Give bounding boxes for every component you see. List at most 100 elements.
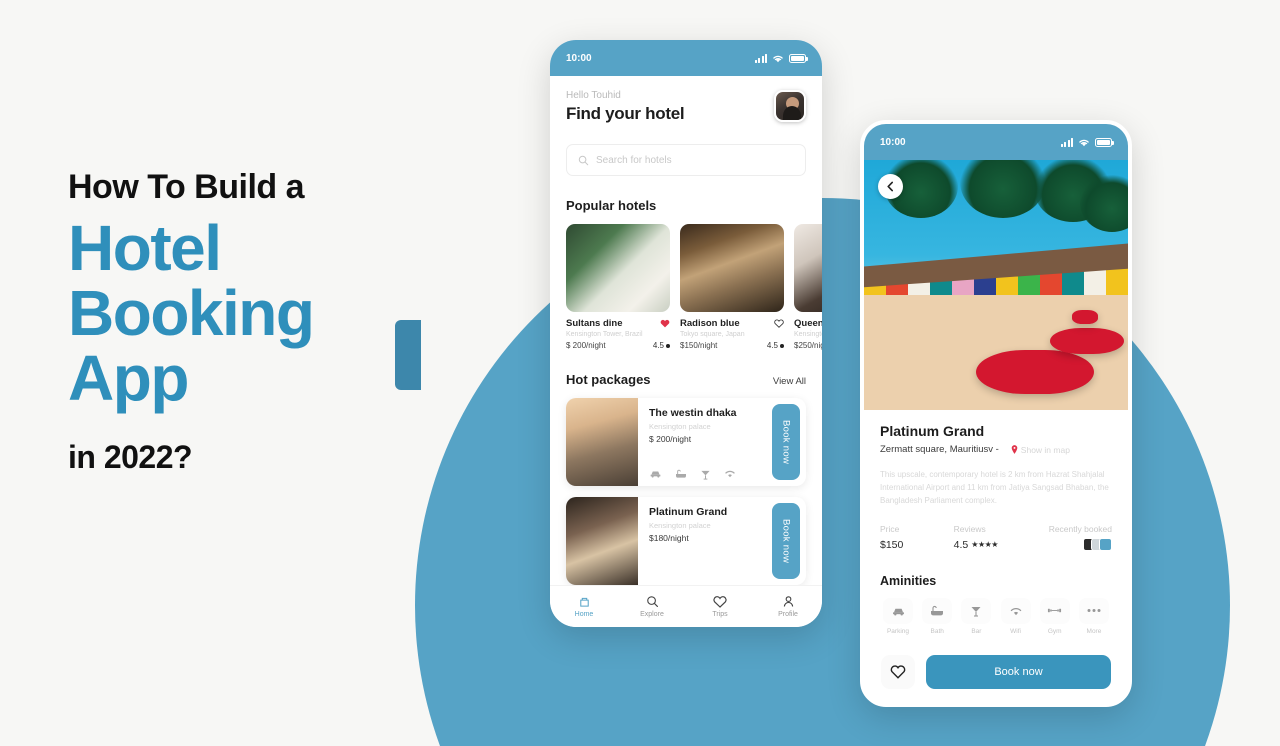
status-time: 10:00 (566, 52, 592, 64)
search-input[interactable]: Search for hotels (566, 144, 806, 176)
stat-recently-booked: Recently booked (1027, 524, 1113, 556)
tab-home[interactable]: Home (550, 595, 618, 618)
rating-dot-icon (780, 343, 784, 348)
hotel-name-row: Sultans dine (566, 318, 670, 329)
heart-filled-icon[interactable] (660, 319, 670, 328)
battery-icon (789, 53, 808, 63)
hotel-name: Radison blue (680, 318, 740, 329)
reviews-stars: ★★★★ (971, 540, 998, 550)
amenity-gym[interactable]: Gym (1037, 597, 1073, 635)
page-title: Find your hotel (566, 104, 685, 123)
hotel-name: Platinum Grand (880, 423, 985, 439)
package-name: The westin dhaka (649, 407, 737, 419)
greeting-row: Hello Touhid Find your hotel (566, 90, 806, 124)
hotel-name: Queen palace (794, 318, 822, 329)
headline-line-app: App (68, 341, 189, 414)
signal-icon (1060, 137, 1073, 147)
tab-label: Trips (712, 610, 728, 618)
red-cushion (976, 350, 1094, 394)
hotel-hero-image (864, 160, 1128, 410)
amenities-heading: Aminities (880, 573, 937, 588)
stat-value: $150 (880, 538, 904, 551)
amenity-parking[interactable]: Parking (880, 597, 916, 635)
status-icons (754, 53, 808, 63)
heart-outline-icon[interactable] (774, 319, 784, 328)
user-avatar[interactable] (774, 90, 806, 122)
popular-hotels-list[interactable]: Sultans dine Kensington Tower, Brazil $ … (566, 224, 822, 350)
popular-hotel-card[interactable]: Radison blue Tokyo square, Japan $150/ni… (680, 224, 784, 350)
stat-price: Price $150 (880, 524, 954, 556)
popular-hotel-card[interactable]: Queen palace Kensington, London $250/nig… (794, 224, 822, 350)
favorite-button[interactable] (881, 655, 915, 689)
stat-label: Reviews (953, 523, 986, 534)
show-in-map-link[interactable]: Show in map (1011, 445, 1070, 455)
package-location: Kensington palace (649, 521, 711, 530)
phone-home-mockup: 10:00 Hello Touhid Find your hotel Searc… (550, 40, 822, 627)
stat-value: 4.5 ★★★★ (954, 539, 1028, 551)
package-card[interactable]: Platinum Grand Kensington palace $180/ni… (566, 497, 806, 585)
package-price: $180/night (649, 533, 689, 543)
package-amenities (649, 469, 762, 480)
hotel-rating-value: 4.5 (652, 341, 664, 350)
reviews-score: 4.5 (953, 538, 969, 551)
hotel-rating: 4.5 (767, 341, 784, 350)
view-all-link[interactable]: View All (773, 376, 806, 387)
book-now-button[interactable]: Book now (772, 503, 800, 579)
car-icon (883, 597, 913, 624)
hotel-name-row: Queen palace (794, 318, 822, 329)
booking-action-bar: Book now (864, 641, 1128, 703)
tab-trips[interactable]: Trips (686, 595, 754, 618)
amenity-label: Wifi (1010, 627, 1021, 635)
book-now-button[interactable]: Book now (772, 404, 800, 480)
search-placeholder: Search for hotels (596, 154, 672, 166)
hotel-price: $150/night (680, 341, 718, 350)
package-card[interactable]: The westin dhaka Kensington palace $ 200… (566, 398, 806, 486)
book-now-button[interactable]: Book now (926, 655, 1111, 689)
status-time: 10:00 (880, 136, 906, 148)
wifi-icon (1000, 597, 1031, 624)
recently-booked-avatars (1083, 537, 1113, 551)
location-pin-icon (1011, 445, 1018, 454)
amenity-label: Bath (930, 627, 944, 635)
amenity-wifi[interactable]: Wifi (998, 597, 1034, 635)
package-price: $ 200/night (649, 434, 692, 444)
greeting-hello: Hello Touhid (566, 90, 621, 101)
amenity-more[interactable]: More (1076, 597, 1112, 635)
show-in-map-label: Show in map (1020, 444, 1070, 455)
wifi-icon (1079, 139, 1089, 146)
popular-hotel-card[interactable]: Sultans dine Kensington Tower, Brazil $ … (566, 224, 670, 350)
popular-hotels-heading: Popular hotels (566, 198, 657, 213)
hotel-thumbnail (566, 224, 670, 312)
hot-packages-header: Hot packages View All (566, 372, 806, 387)
bottom-tab-bar: Home Explore Trips Profile (550, 585, 822, 627)
book-now-label: Book now (780, 518, 792, 564)
hotel-footer: $ 200/night 4.5 (566, 341, 670, 350)
red-cushion (1050, 328, 1124, 354)
wifi-icon (725, 470, 735, 478)
signal-icon (754, 53, 767, 63)
package-info: Platinum Grand Kensington palace $180/ni… (638, 497, 772, 585)
hotel-stats-row: Price $150 Reviews 4.5 ★★★★ Recently boo… (880, 523, 1113, 556)
amenity-bath[interactable]: Bath (919, 597, 955, 635)
home-icon (579, 597, 589, 607)
package-location: Kensington palace (649, 422, 711, 431)
bath-icon (922, 597, 953, 624)
tab-profile[interactable]: Profile (754, 595, 822, 618)
poster-canvas: How To Build a Hotel Booking App in 2022… (0, 0, 1280, 746)
heart-outline-icon (890, 665, 906, 679)
tab-explore[interactable]: Explore (618, 595, 686, 618)
package-thumbnail (566, 398, 638, 486)
hotel-thumbnail (680, 224, 784, 312)
back-button[interactable] (878, 174, 903, 199)
hotel-location-row: Zermatt square, Mauritiusv - Show in map (880, 444, 1112, 455)
avatar (1099, 537, 1113, 551)
amenity-label: Gym (1047, 627, 1062, 635)
hotel-footer: $250/night (794, 341, 822, 350)
headline-line-bottom: in 2022? (68, 439, 193, 476)
more-dots-icon (1078, 597, 1109, 624)
headline-line-top: How To Build a (68, 168, 305, 206)
rating-dot-icon (666, 343, 670, 348)
hotel-name: Sultans dine (566, 318, 623, 329)
amenity-bar[interactable]: Bar (958, 597, 994, 635)
detail-body: Platinum Grand Zermatt square, Mauritius… (864, 410, 1128, 635)
